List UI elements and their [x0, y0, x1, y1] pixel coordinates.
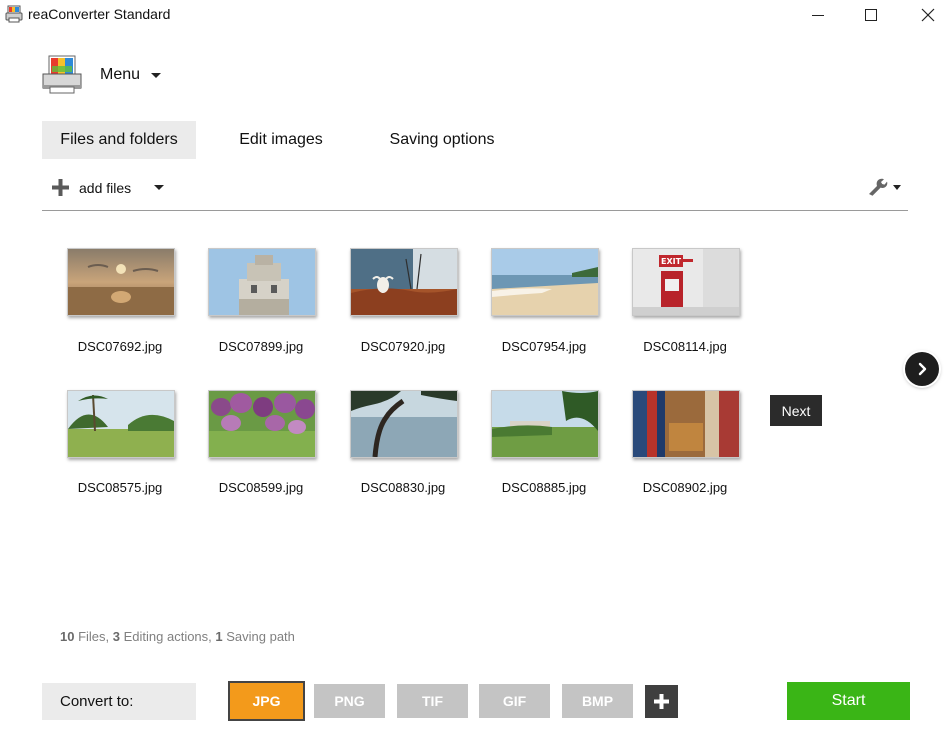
beach-image	[492, 249, 598, 315]
convert-to-label: Convert to:	[42, 683, 196, 720]
thumbnail-image[interactable]	[350, 248, 458, 316]
start-button[interactable]: Start	[787, 682, 910, 720]
lighthouse-image	[209, 249, 315, 315]
minimize-icon	[812, 15, 824, 16]
summary-status: 10 Files, 3 Editing actions, 1 Saving pa…	[60, 629, 295, 644]
wrench-icon[interactable]	[866, 177, 906, 197]
sunset-image	[68, 249, 174, 315]
chevron-right-icon	[918, 362, 927, 376]
plus-icon	[654, 694, 669, 709]
tab-edit-images[interactable]: Edit images	[222, 121, 340, 159]
thumbnail-image[interactable]	[208, 390, 316, 458]
thumbnail-image[interactable]	[67, 390, 175, 458]
village-field-image	[492, 391, 598, 457]
format-gif-button[interactable]: GIF	[479, 684, 550, 718]
file-name-label: DSC07899.jpg	[218, 339, 304, 354]
tree-sea-image	[351, 391, 457, 457]
file-name-label: DSC07692.jpg	[77, 339, 163, 354]
tab-files-and-folders[interactable]: Files and folders	[42, 121, 196, 159]
add-files-caret-icon[interactable]	[154, 185, 164, 190]
thumbnail-image[interactable]	[208, 248, 316, 316]
app-printer-icon	[5, 5, 23, 23]
minimize-button[interactable]	[795, 0, 841, 30]
files-count: 10	[60, 629, 75, 644]
add-files-button[interactable]: add files	[79, 180, 131, 196]
file-name-label: DSC08902.jpg	[642, 480, 728, 495]
plus-icon[interactable]	[52, 179, 69, 196]
title-bar: reaConverter Standard	[0, 0, 950, 30]
file-name-label: DSC08575.jpg	[77, 480, 163, 495]
maximize-icon	[865, 9, 877, 21]
file-name-label: DSC08830.jpg	[360, 480, 446, 495]
svg-text:EXIT: EXIT	[661, 257, 682, 266]
format-bmp-button[interactable]: BMP	[562, 684, 633, 718]
toolbar-divider	[42, 210, 908, 211]
thumbnail-image[interactable]	[632, 390, 740, 458]
thumbnail-image[interactable]	[491, 390, 599, 458]
paths-label: Saving path	[222, 629, 295, 644]
actions-count: 3	[112, 629, 120, 644]
file-name-label: DSC07954.jpg	[501, 339, 587, 354]
file-name-label: DSC08599.jpg	[218, 480, 304, 495]
actions-label: Editing actions,	[120, 629, 216, 644]
thumbnail-image[interactable]	[491, 248, 599, 316]
next-tooltip: Next	[770, 395, 822, 426]
close-icon	[921, 8, 935, 22]
format-tif-button[interactable]: TIF	[397, 684, 468, 718]
exit-sign-image: EXIT	[633, 249, 739, 315]
eggplants-image	[209, 391, 315, 457]
window-title: reaConverter Standard	[28, 6, 171, 22]
maximize-button[interactable]	[848, 0, 894, 30]
file-name-label: DSC08114.jpg	[643, 339, 727, 354]
thumbnail-image[interactable]: EXIT	[632, 248, 740, 316]
next-page-button[interactable]	[905, 352, 939, 386]
thumbnail-image[interactable]	[67, 248, 175, 316]
close-button[interactable]	[905, 0, 950, 30]
app-logo-icon[interactable]	[40, 52, 84, 96]
format-jpg-button[interactable]: JPG	[228, 681, 305, 721]
files-label: Files,	[74, 629, 113, 644]
paths-count: 1	[215, 629, 223, 644]
menu-caret-icon[interactable]	[151, 73, 161, 78]
file-name-label: DSC08885.jpg	[501, 480, 587, 495]
thumbnail-image[interactable]	[350, 390, 458, 458]
tab-saving-options[interactable]: Saving options	[370, 121, 514, 159]
palm-field-image	[68, 391, 174, 457]
cow-skull-image	[351, 249, 457, 315]
add-format-button[interactable]	[645, 685, 678, 718]
format-png-button[interactable]: PNG	[314, 684, 385, 718]
file-name-label: DSC07920.jpg	[360, 339, 446, 354]
textiles-image	[633, 391, 739, 457]
menu-button[interactable]: Menu	[100, 66, 140, 84]
